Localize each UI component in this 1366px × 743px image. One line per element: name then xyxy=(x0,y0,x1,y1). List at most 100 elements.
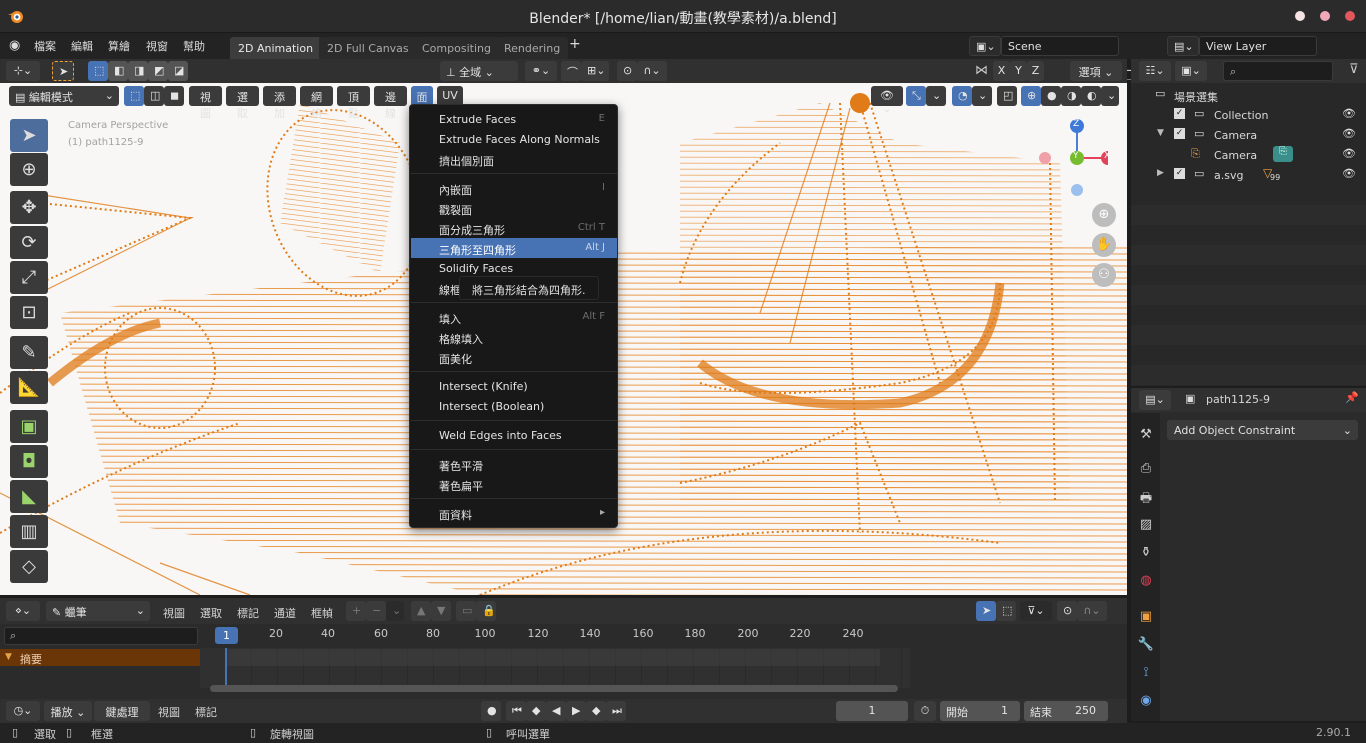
expand-arrow-icon[interactable]: ▼ xyxy=(1157,128,1164,138)
collapse-arrow-icon[interactable]: ▼ xyxy=(5,652,12,662)
dopesheet-editor-type[interactable]: ⋄⌄ xyxy=(6,601,40,621)
outliner-root-row[interactable]: ▭ 場景選集 xyxy=(1131,85,1366,105)
transform-orientation-select[interactable]: ⊥ 全域 ⌄ xyxy=(440,61,518,81)
tab-compositing[interactable]: Compositing xyxy=(414,37,499,59)
editor-type-button[interactable]: ⊹⌄ xyxy=(6,61,40,81)
shading-solid[interactable]: ● xyxy=(1041,86,1061,106)
modifier-tab-icon[interactable]: 🔧 xyxy=(1137,637,1155,655)
blender-menu-icon[interactable]: ◉ xyxy=(9,38,20,53)
measure-tool[interactable]: 📐 xyxy=(10,371,48,404)
eye-icon[interactable]: 👁 xyxy=(1342,127,1356,140)
select-mode-new-button[interactable]: ⬚ xyxy=(88,61,108,81)
menu-item-shade-flat[interactable]: 著色扁平 xyxy=(411,474,617,494)
add-layer-button[interactable]: + xyxy=(346,601,366,621)
mirror-z-toggle[interactable]: Z xyxy=(1027,61,1044,81)
expand-arrow-icon[interactable]: ▶ xyxy=(1157,168,1164,178)
jump-end-button[interactable]: ⏭ xyxy=(606,701,626,721)
frame-start-field[interactable]: 開始 1 xyxy=(940,701,1020,721)
scene-selector[interactable]: Scene xyxy=(1001,36,1119,56)
only-selected-toggle[interactable]: ➤ xyxy=(976,601,996,621)
move-layer-down-button[interactable]: ▼ xyxy=(431,601,451,621)
scale-tool[interactable]: ⤢ xyxy=(10,261,48,294)
knife-tool[interactable]: ◇ xyxy=(10,550,48,583)
outliner-row-camera-object[interactable]: ⎘ Camera ⎘ 👁 xyxy=(1131,145,1366,165)
view-layer-selector[interactable]: View Layer xyxy=(1199,36,1317,56)
rotate-tool[interactable]: ⟳ xyxy=(10,226,48,259)
channel-search-input[interactable]: ⌕ xyxy=(4,627,198,645)
mirror-y-toggle[interactable]: Y xyxy=(1010,61,1027,81)
prev-keyframe-button[interactable]: ◆ xyxy=(526,701,546,721)
play-button[interactable]: ▶ xyxy=(566,701,586,721)
add-object-constraint-dropdown[interactable]: Add Object Constraint ⌄ xyxy=(1167,420,1358,440)
checkbox-icon[interactable]: ✓ xyxy=(1174,128,1185,139)
overlay-toggle[interactable]: ◔ xyxy=(952,86,972,106)
dopesheet-menu-frame[interactable]: 框幀 xyxy=(311,605,333,621)
menu-vertex[interactable]: 頂點 xyxy=(337,86,370,120)
menu-item-solidify-faces[interactable]: Solidify Faces xyxy=(411,258,617,278)
select-tool-button[interactable]: ➤ xyxy=(52,61,74,81)
horizontal-scrollbar[interactable] xyxy=(210,685,898,692)
outliner-row-camera-collection[interactable]: ▼ ✓ ▭ Camera 👁 xyxy=(1131,125,1366,145)
menu-item-poke-faces[interactable]: 戳裂面 xyxy=(411,198,617,218)
properties-editor-type[interactable]: ▤⌄ xyxy=(1139,390,1171,410)
minimize-button[interactable] xyxy=(1295,11,1305,21)
timeline-editor-type[interactable]: ◷⌄ xyxy=(6,701,40,721)
checkbox-icon[interactable]: ✓ xyxy=(1174,108,1185,119)
menu-item-shade-smooth[interactable]: 著色平滑 xyxy=(411,454,617,474)
visibility-dropdown[interactable]: 👁⌄ xyxy=(871,86,903,115)
menu-face[interactable]: 面 xyxy=(411,86,433,106)
object-tab-icon[interactable]: ▣ xyxy=(1137,609,1155,627)
eye-icon[interactable]: 👁 xyxy=(1342,147,1356,160)
loop-cut-tool[interactable]: ▥ xyxy=(10,515,48,548)
dopesheet-menu-view[interactable]: 視圖 xyxy=(163,605,185,621)
render-tab-icon[interactable]: ⎙ xyxy=(1137,461,1155,479)
camera-data-icon[interactable]: ⎘ xyxy=(1273,146,1293,162)
pan-hand-icon[interactable]: ✋ xyxy=(1092,233,1116,257)
dopesheet-proportional-toggle[interactable]: ⊙ xyxy=(1057,601,1077,621)
shading-material[interactable]: ◑ xyxy=(1061,86,1081,106)
dopesheet-area[interactable]: ⌕ ▼ 摘要 1 20 40 60 80 100 120 140 160 180… xyxy=(0,624,1127,699)
outliner-editor-type[interactable]: ☷⌄ xyxy=(1139,61,1171,81)
extrude-region-tool[interactable]: ▣ xyxy=(10,410,48,443)
menu-file[interactable]: 檔案 xyxy=(34,38,56,54)
scene-type-selector[interactable]: ▣⌄ xyxy=(969,36,1001,56)
menu-item-tris-to-quads[interactable]: 三角形至四角形 Alt J xyxy=(411,238,617,258)
select-box-tool[interactable]: ➤ xyxy=(10,119,48,152)
menu-item-fill[interactable]: 填入 Alt F xyxy=(411,307,617,327)
world-tab-icon[interactable]: ◍ xyxy=(1137,573,1155,591)
outliner-row-collection[interactable]: ✓ ▭ Collection 👁 xyxy=(1131,105,1366,125)
output-tab-icon[interactable]: 🖶 xyxy=(1137,489,1155,507)
frame-end-field[interactable]: 結束 250 xyxy=(1024,701,1108,721)
outliner-search-input[interactable]: ⌕ xyxy=(1223,61,1333,81)
menu-render[interactable]: 算繪 xyxy=(108,38,130,54)
annotate-tool[interactable]: ✎ xyxy=(10,336,48,369)
menu-item-grid-fill[interactable]: 格線填入 xyxy=(411,327,617,347)
gizmo-toggle[interactable]: ⤡ xyxy=(906,86,926,106)
dopesheet-falloff-dropdown[interactable]: ∩⌄ xyxy=(1077,601,1107,621)
remove-layer-button[interactable]: − xyxy=(366,601,386,621)
keying-menu[interactable]: 鍵處理 ⌄ xyxy=(94,701,150,733)
menu-help[interactable]: 幫助 xyxy=(183,38,205,54)
show-hidden-toggle[interactable]: ⬚ xyxy=(996,601,1016,621)
menu-uv[interactable]: UV xyxy=(437,86,463,106)
menu-select[interactable]: 選取 xyxy=(226,86,259,120)
vertex-select-mode[interactable]: ⬚ xyxy=(124,86,144,106)
snap-toggle[interactable]: ⌒ xyxy=(561,61,581,81)
timeline-menu-view[interactable]: 視圖 xyxy=(158,704,180,720)
mirror-x-toggle[interactable]: X xyxy=(993,61,1010,81)
particles-tab-icon[interactable]: ⟟ xyxy=(1137,665,1155,683)
menu-item-weld-edges[interactable]: Weld Edges into Faces xyxy=(411,425,617,445)
pivot-point-select[interactable]: ⚭⌄ xyxy=(525,61,557,81)
shading-dropdown[interactable]: ⌄ xyxy=(1101,86,1119,106)
use-preview-range-toggle[interactable]: ⏱ xyxy=(914,701,936,721)
lock-layer-button[interactable]: 🔒 xyxy=(476,601,496,621)
gizmo-dropdown[interactable]: ⌄ xyxy=(926,86,946,106)
navigation-gizmo[interactable]: Z Y X xyxy=(1038,117,1115,197)
select-mode-extend-button[interactable]: ◧ xyxy=(108,61,128,81)
timeline-menu-marker[interactable]: 標記 xyxy=(195,704,217,720)
select-mode-subtract-button[interactable]: ◨ xyxy=(128,61,148,81)
move-tool[interactable]: ✥ xyxy=(10,191,48,224)
edge-select-mode[interactable]: ◫ xyxy=(144,86,164,106)
overlay-dropdown[interactable]: ⌄ xyxy=(972,86,992,106)
checkbox-icon[interactable]: ✓ xyxy=(1174,168,1185,179)
